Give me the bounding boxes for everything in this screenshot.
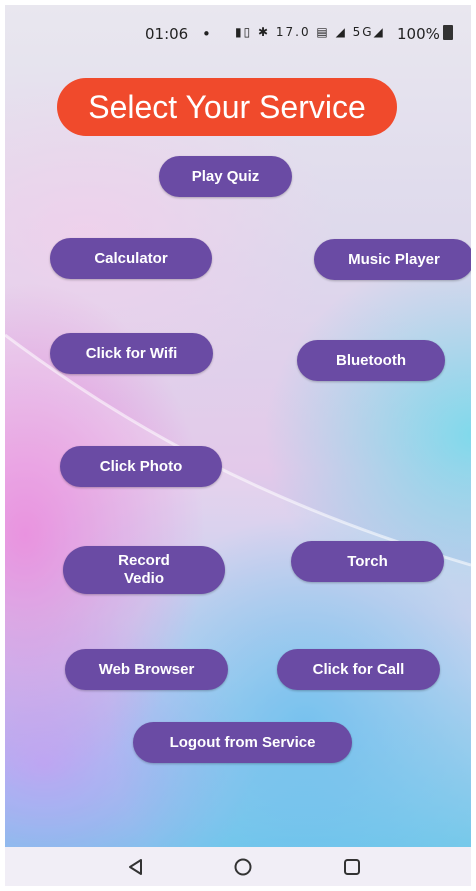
battery-icon [443, 25, 453, 40]
status-icons: ▮▯ ✱ 17.0 ▤ ◢ 5G◢ [235, 25, 385, 39]
back-icon[interactable] [122, 853, 150, 881]
bluetooth-button[interactable]: Bluetooth [297, 340, 445, 381]
status-time: 01:06 [145, 25, 189, 43]
notification-dot: • [202, 25, 211, 43]
navigation-bar [5, 847, 471, 886]
call-button[interactable]: Click for Call [277, 649, 440, 690]
recents-icon[interactable] [338, 853, 366, 881]
status-bar: 01:06 • ▮▯ ✱ 17.0 ▤ ◢ 5G◢ 100% [5, 5, 471, 60]
record-video-button[interactable]: Record Vedio [63, 546, 225, 594]
phone-screen: 01:06 • ▮▯ ✱ 17.0 ▤ ◢ 5G◢ 100% Select Yo… [5, 5, 471, 886]
torch-button[interactable]: Torch [291, 541, 444, 582]
battery-percent: 100% [397, 25, 440, 43]
home-icon[interactable] [229, 853, 257, 881]
click-photo-button[interactable]: Click Photo [60, 446, 222, 487]
play-quiz-button[interactable]: Play Quiz [159, 156, 292, 197]
calculator-button[interactable]: Calculator [50, 238, 212, 279]
logout-button[interactable]: Logout from Service [133, 722, 352, 763]
music-player-button[interactable]: Music Player [314, 239, 471, 280]
page-title: Select Your Service [57, 78, 397, 136]
wifi-button[interactable]: Click for Wifi [50, 333, 213, 374]
web-browser-button[interactable]: Web Browser [65, 649, 228, 690]
